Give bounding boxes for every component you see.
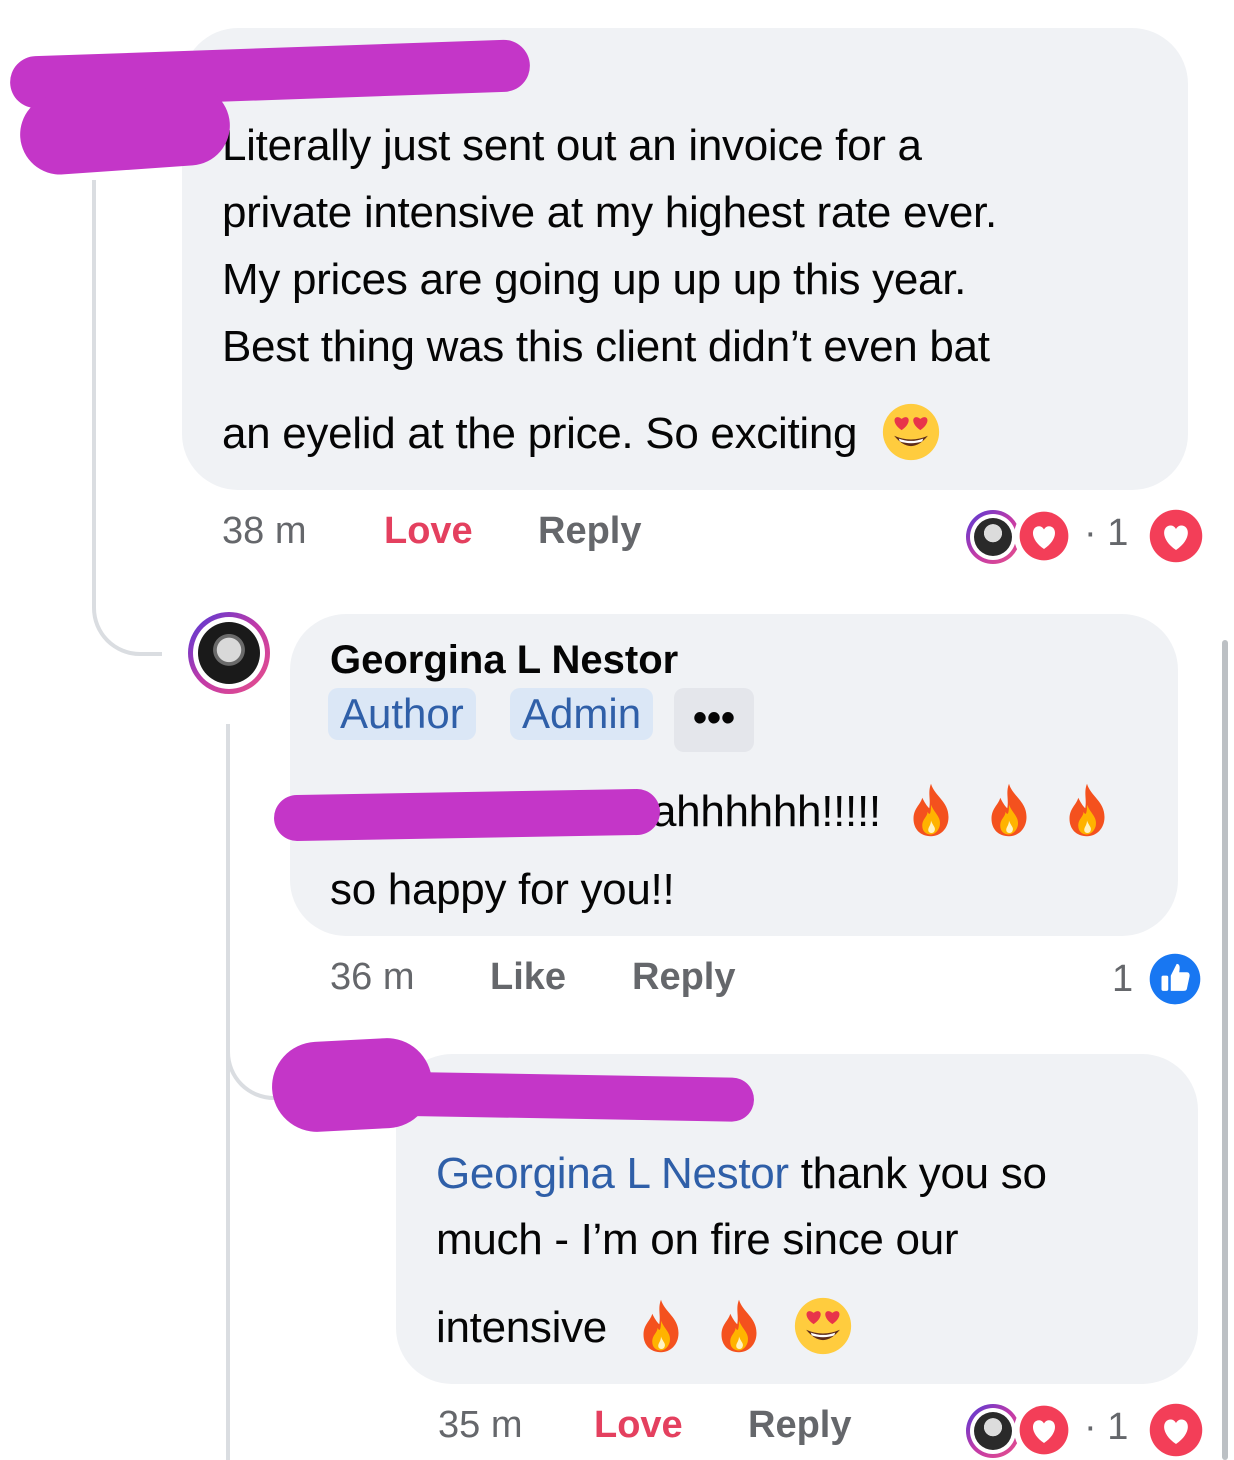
comment-2-actions: 36 m Like Reply <box>330 956 1210 1006</box>
comment-2-line-1: ahhhhhh!!!!! <box>652 778 1115 845</box>
comment-3-line-1: Georgina L Nestor thank you so <box>436 1140 1047 1207</box>
heart-eyes-emoji <box>881 402 941 462</box>
georgina-avatar[interactable] <box>188 612 270 694</box>
comment-3-line-2: much - I’m on fire since our <box>436 1215 959 1264</box>
heart-reaction-icon[interactable] <box>1148 508 1204 564</box>
comment-3-line-3: intensive <box>436 1294 853 1361</box>
comment-1-line-1: Literally just sent out an invoice for a <box>222 121 922 170</box>
comment-2-like-button[interactable]: Like <box>490 956 566 999</box>
comment-1-line-2: private intensive at my highest rate eve… <box>222 188 997 237</box>
thread-line-1 <box>92 180 162 656</box>
georgina-avatar-photo <box>198 622 260 684</box>
thread-line-2 <box>226 724 230 1460</box>
comment-2-timestamp: 36 m <box>330 956 415 998</box>
comment-1-reply-button[interactable]: Reply <box>538 510 641 553</box>
fire-emoji <box>903 781 959 839</box>
comment-3-reaction-count-value: 1 <box>1107 1406 1129 1448</box>
scrollbar[interactable] <box>1222 640 1228 1460</box>
redacted-avatar-1 <box>17 82 233 178</box>
comment-bubble-2: Georgina L Nestor Author Admin ••• ahhhh… <box>290 614 1178 936</box>
comment-1-timestamp: 38 m <box>222 510 307 552</box>
reactor-avatar[interactable] <box>966 510 1020 564</box>
comment-1-reaction-count-value: 1 <box>1107 512 1129 554</box>
heart-reaction-icon[interactable] <box>1148 1402 1204 1458</box>
mention-link[interactable]: Georgina L Nestor <box>436 1149 789 1198</box>
comment-1-line-5: an eyelid at the price. So exciting <box>222 400 941 467</box>
comment-1-line-3: My prices are going up up up this year. <box>222 255 967 304</box>
comment-3-reply-button[interactable]: Reply <box>748 1404 851 1447</box>
author-badge: Author <box>328 688 476 740</box>
comment-1-line-4: Best thing was this client didn’t even b… <box>222 322 990 371</box>
comment-2-author[interactable]: Georgina L Nestor <box>330 638 678 683</box>
comment-3-line-3-text: intensive <box>436 1303 607 1352</box>
fire-emoji <box>1059 781 1115 839</box>
thumbs-up-reaction-icon[interactable] <box>1148 952 1202 1006</box>
admin-badge: Admin <box>510 688 654 740</box>
comment-2-reaction-count[interactable]: 1 <box>1112 958 1133 1001</box>
comment-2-line-1-text: ahhhhhh!!!!! <box>652 787 881 836</box>
comment-2-reply-button[interactable]: Reply <box>632 956 735 999</box>
comment-1-line-5-text: an eyelid at the price. So exciting <box>222 409 858 458</box>
comment-1-love-button[interactable]: Love <box>384 510 473 553</box>
more-options-button[interactable]: ••• <box>674 688 754 752</box>
heart-reaction-icon <box>1018 510 1070 562</box>
redacted-name-3 <box>299 1070 755 1122</box>
comment-3-line-1-rest: thank you so <box>788 1149 1047 1198</box>
comment-3-love-button[interactable]: Love <box>594 1404 683 1447</box>
reactor-avatar[interactable] <box>966 1404 1020 1458</box>
heart-eyes-emoji <box>793 1296 853 1356</box>
fire-emoji <box>711 1297 767 1355</box>
comment-1-reaction-count[interactable]: · 1 <box>1084 512 1128 555</box>
comment-3-reaction-count[interactable]: · 1 <box>1084 1406 1128 1449</box>
comment-3-actions: 35 m Love Reply <box>438 1404 958 1454</box>
thread-line-2-branch <box>226 1036 278 1100</box>
redacted-mention-2 <box>273 788 661 842</box>
fire-emoji <box>633 1297 689 1355</box>
heart-reaction-icon-wrap[interactable] <box>1014 1400 1074 1460</box>
fire-emoji <box>981 781 1037 839</box>
comment-thread: { "comment1": { "text": "Literally just … <box>0 0 1234 1460</box>
comment-3-timestamp: 35 m <box>438 1404 523 1446</box>
reactor-avatar-photo <box>974 1412 1012 1450</box>
reactor-avatar-photo <box>974 518 1012 556</box>
comment-2-line-2: so happy for you!! <box>330 865 675 914</box>
heart-reaction-icon-wrap[interactable] <box>1014 506 1074 566</box>
heart-reaction-icon <box>1018 1404 1070 1456</box>
